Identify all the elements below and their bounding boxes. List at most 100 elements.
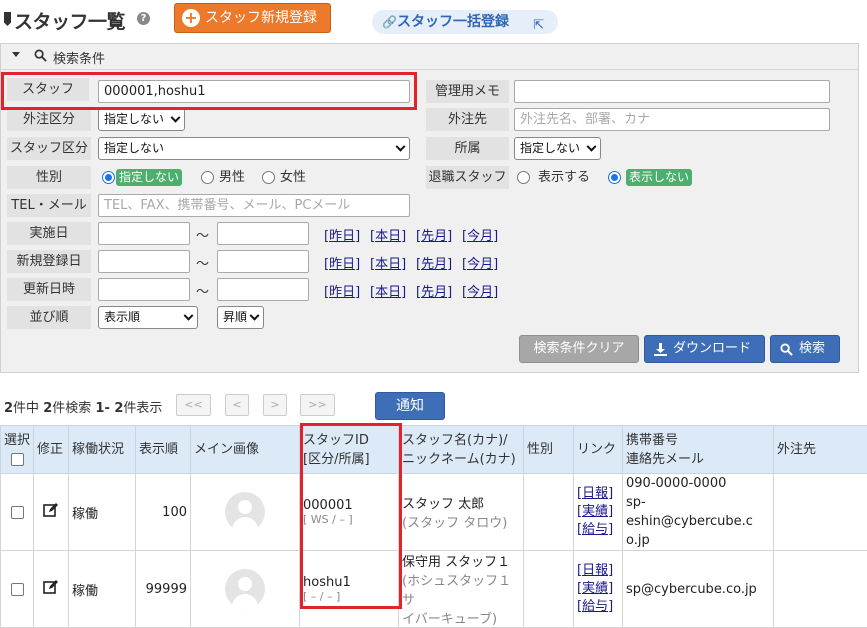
gender-female-radio[interactable] [262, 171, 275, 184]
quick-link-today[interactable]: [本日] [370, 281, 406, 300]
avatar [225, 569, 265, 609]
row-checkbox[interactable] [11, 506, 24, 519]
retired-show-radio[interactable] [517, 171, 530, 184]
search-button[interactable]: 検索 [770, 335, 840, 363]
bookmark-icon [4, 12, 11, 26]
edit-icon[interactable] [43, 502, 59, 518]
order-select[interactable]: 昇順 [217, 306, 264, 329]
prev-page-button[interactable]: < [225, 394, 249, 416]
gender-female-text: 女性 [280, 169, 306, 186]
results-link[interactable]: [実績] [577, 580, 619, 598]
outsource-input[interactable]: 外注先名、部署、カナ [514, 108, 830, 131]
date-to-1[interactable] [217, 250, 309, 273]
gender-label: 性別 [7, 166, 91, 189]
edit-icon[interactable] [43, 579, 59, 595]
sort-value: 表示順 [104, 310, 140, 324]
col-link: リンク [574, 426, 623, 474]
quick-link-yesterday[interactable]: [昨日] [324, 225, 360, 244]
affiliation-select[interactable]: 指定しない [514, 137, 601, 160]
row-status: 稼働 [69, 551, 136, 628]
download-button[interactable]: ダウンロード [644, 335, 765, 363]
col-outsource: 外注先 [774, 426, 867, 474]
chevron-down-icon [184, 311, 194, 321]
table-header-row: 選択 修正 稼働状況 表示順 メイン画像 スタッフID[区分/所属] スタッフ名… [1, 426, 867, 474]
download-label: ダウンロード [673, 336, 751, 362]
col-gender: 性別 [524, 426, 574, 474]
gender-none-text: 指定しない [116, 169, 182, 186]
retired-label: 退職スタッフ [426, 166, 509, 189]
row-links-cell: [日報][実績][給与] [574, 551, 623, 628]
outsource-type-label: 外注区分 [7, 108, 91, 131]
search-panel-header[interactable]: 検索条件 [1, 44, 858, 70]
staff-type-label: スタッフ区分 [7, 137, 91, 160]
quick-link-this-month[interactable]: [今月] [462, 281, 498, 300]
salary-link[interactable]: [給与] [577, 598, 619, 616]
contact-input[interactable]: TEL、FAX、携帯番号、メール、PCメール [98, 194, 410, 217]
date-from-0[interactable] [98, 222, 190, 245]
results-link[interactable]: [実績] [577, 503, 619, 521]
retired-hide-radio[interactable] [608, 171, 621, 184]
quick-link-last-month[interactable]: [先月] [416, 281, 452, 300]
select-all-checkbox[interactable] [11, 453, 24, 466]
quick-link-last-month[interactable]: [先月] [416, 225, 452, 244]
date-to-0[interactable] [217, 222, 309, 245]
chevron-down-icon [171, 113, 181, 123]
memo-label: 管理用メモ [426, 80, 509, 103]
quick-link-today-text: 本日 [375, 257, 401, 272]
outsource-type-value: 指定しない [104, 112, 164, 126]
daily-report-link[interactable]: [日報] [577, 485, 619, 503]
quick-link-last-month-text: 先月 [421, 229, 447, 244]
col-select: 選択 [1, 426, 34, 474]
quick-link-this-month[interactable]: [今月] [462, 225, 498, 244]
sort-select[interactable]: 表示順 [98, 306, 198, 329]
date-from-2[interactable] [98, 278, 190, 301]
staff-type-select[interactable]: 指定しない [98, 137, 410, 160]
clear-conditions-button[interactable]: 検索条件クリア [519, 335, 639, 363]
quick-link-today[interactable]: [本日] [370, 253, 406, 272]
first-page-button[interactable]: << [176, 394, 211, 416]
salary-link[interactable]: [給与] [577, 521, 619, 539]
row-email-cont: o.jp [626, 531, 770, 550]
chevron-down-icon [250, 311, 260, 321]
daily-report-link[interactable]: [日報] [577, 562, 619, 580]
new-staff-button[interactable]: + スタッフ新規登録 [174, 3, 331, 33]
row-order: 99999 [136, 551, 191, 628]
search-icon [780, 343, 793, 356]
memo-input[interactable] [514, 80, 830, 103]
external-link-icon: ⇱ [533, 14, 544, 38]
row-status: 稼働 [69, 474, 136, 551]
col-name-sub: ニックネーム(カナ) [402, 450, 520, 469]
table-row: 稼働 99999 hoshu1[ – / – ] 保守用 スタッフ１(ホシュスタ… [1, 551, 867, 628]
summary-hit-text: 件検索 [52, 401, 91, 416]
gender-male-radio[interactable] [201, 171, 214, 184]
quick-link-today-text: 本日 [375, 285, 401, 300]
row-checkbox[interactable] [11, 583, 24, 596]
next-page-button[interactable]: > [263, 394, 287, 416]
date-to-2[interactable] [217, 278, 309, 301]
quick-link-yesterday[interactable]: [昨日] [324, 253, 360, 272]
row-name: 保守用 スタッフ１ [402, 551, 520, 570]
retired-show-text: 表示する [538, 169, 590, 186]
order-value: 昇順 [223, 310, 247, 324]
row-email: sp-eshin@cybercube.c [626, 493, 770, 531]
col-image: メイン画像 [191, 426, 300, 474]
date-from-1[interactable] [98, 250, 190, 273]
outsource-type-select[interactable]: 指定しない [98, 108, 185, 131]
gender-none-radio[interactable] [102, 171, 115, 184]
quick-link-today[interactable]: [本日] [370, 225, 406, 244]
bulk-register-button[interactable]: 🔗スタッフ一括登録 ⇱ [372, 10, 558, 34]
quick-link-this-month[interactable]: [今月] [462, 253, 498, 272]
link-icon: 🔗 [382, 15, 397, 29]
notify-button[interactable]: 通知 [375, 392, 445, 420]
date-label-0: 実施日 [7, 222, 91, 245]
outsource-label: 外注先 [426, 108, 509, 131]
bulk-register-label: スタッフ一括登録 [397, 14, 509, 30]
row-select-cell [1, 474, 34, 551]
help-icon[interactable]: ? [137, 12, 150, 25]
quick-link-yesterday-text: 昨日 [329, 285, 355, 300]
quick-link-last-month[interactable]: [先月] [416, 253, 452, 272]
quick-link-yesterday[interactable]: [昨日] [324, 281, 360, 300]
summary-mid: 件中 [13, 401, 39, 416]
last-page-button[interactable]: >> [300, 394, 335, 416]
total-count: 2 [4, 401, 13, 416]
